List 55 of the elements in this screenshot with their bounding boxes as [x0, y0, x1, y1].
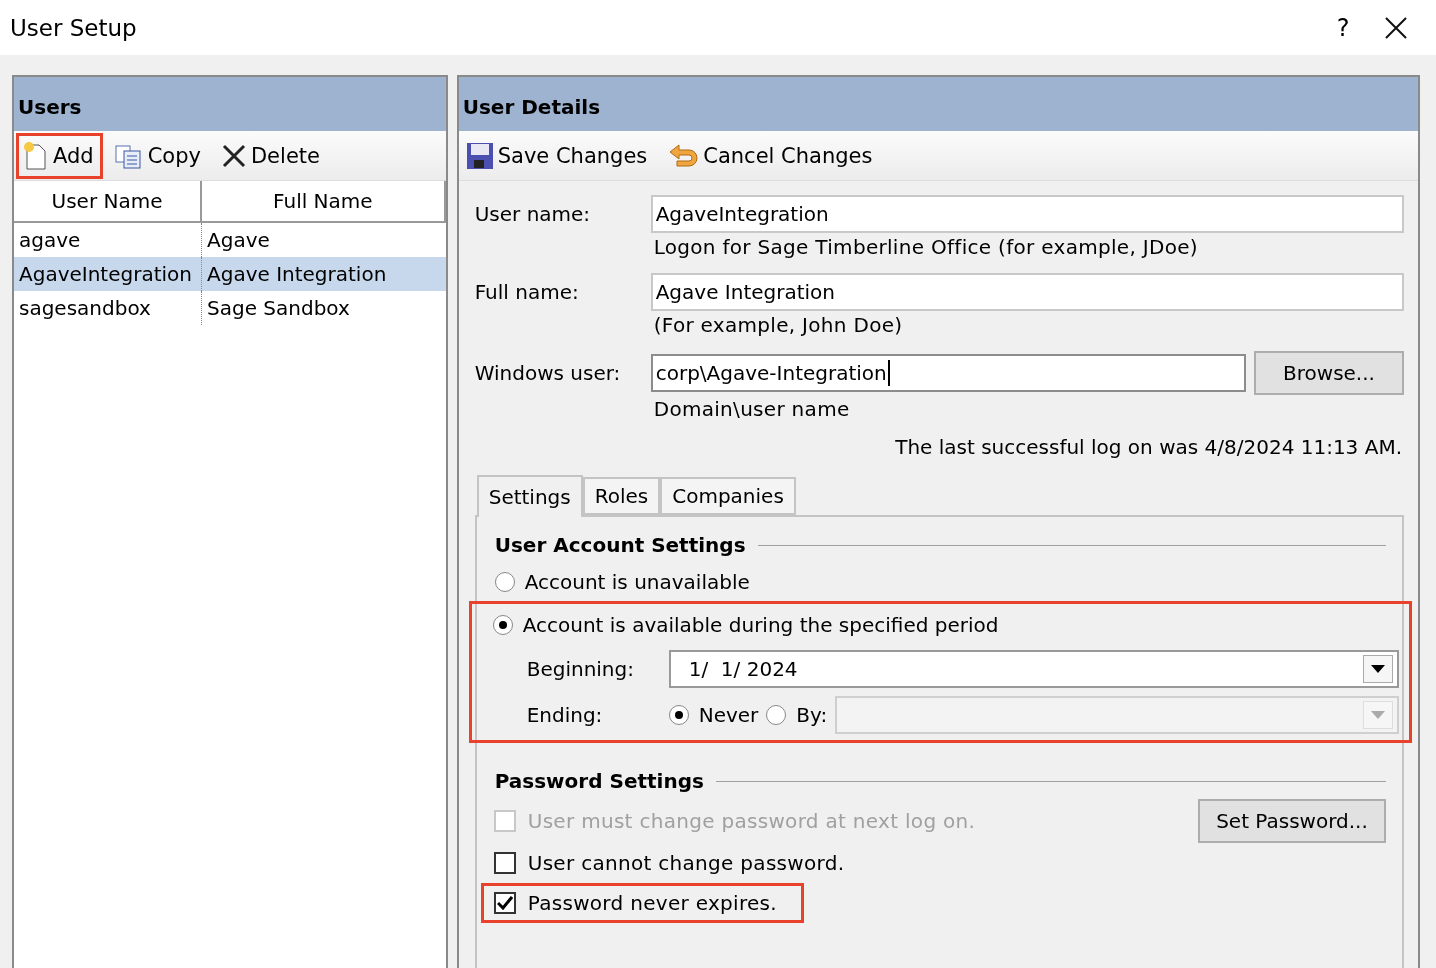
field-label: Windows user:: [474, 361, 622, 385]
close-icon: [1385, 16, 1407, 39]
check-icon: [496, 896, 513, 910]
toolbar-button[interactable]: Copy: [108, 132, 210, 179]
input-field[interactable]: AgaveIntegration: [650, 195, 1404, 233]
new-page-icon: [21, 140, 49, 171]
panel-header: Users: [14, 77, 446, 131]
radio-option[interactable]: Account is unavailable: [494, 563, 1386, 601]
field-hint: (For example, John Doe): [652, 312, 904, 339]
dropdown-button[interactable]: [1363, 655, 1393, 683]
radio-button[interactable]: [492, 615, 513, 635]
tab[interactable]: Settings: [476, 475, 583, 517]
delete-icon: [220, 142, 247, 169]
panel-header: User Details: [458, 77, 1418, 131]
toolbar-button[interactable]: Delete: [215, 132, 329, 179]
toolbar-button[interactable]: Cancel Changes: [662, 132, 882, 179]
date-picker[interactable]: 1/ 1/ 2024: [668, 650, 1399, 688]
date-value: 1/ 1/ 2024: [688, 657, 798, 681]
caret-icon: [1371, 711, 1385, 719]
toolbar-button[interactable]: Save Changes: [460, 132, 657, 179]
field-hint: Domain\user name: [652, 396, 851, 423]
caret-icon: [1371, 665, 1385, 673]
help-button[interactable]: ?: [1320, 7, 1366, 48]
tab[interactable]: Roles: [582, 477, 661, 515]
radio-button[interactable]: [668, 705, 689, 725]
radio-option[interactable]: Account is available during the specified period: [492, 606, 1399, 644]
checkbox[interactable]: [493, 852, 516, 874]
checkbox[interactable]: [493, 892, 516, 914]
column-header[interactable]: User Name: [14, 181, 202, 223]
field-label: Beginning:: [526, 657, 635, 681]
input-field[interactable]: Agave Integration: [650, 273, 1404, 311]
radio-option[interactable]: Never: [668, 696, 759, 734]
radio-option[interactable]: By:: [766, 696, 828, 734]
radio-button[interactable]: [494, 572, 515, 592]
field-label: Full name:: [474, 280, 580, 304]
field-label: Ending:: [526, 703, 604, 727]
set-password-button[interactable]: Set Password...: [1198, 799, 1386, 843]
input-field[interactable]: corp\Agave-Integration: [650, 354, 1246, 392]
section-title: User Account Settings: [494, 533, 746, 557]
section-title: Password Settings: [494, 769, 704, 793]
undo-arrow-icon: [667, 141, 700, 170]
table-cell[interactable]: AgaveIntegration: [14, 257, 202, 291]
text-cursor: [887, 360, 890, 386]
toolbar-button[interactable]: Add: [16, 132, 103, 179]
checkbox-option[interactable]: Password never expires.: [480, 883, 804, 923]
radio-button[interactable]: [766, 705, 787, 725]
last-logon-text: The last successful log on was 4/8/2024 11:13 AM.: [895, 435, 1402, 459]
checkbox-option[interactable]: User cannot change password.: [480, 843, 872, 883]
field-hint: Logon for Sage Timberline Office (for example, JDoe): [652, 234, 1199, 261]
tab[interactable]: Companies: [660, 477, 796, 515]
window-title: User Setup: [10, 14, 138, 41]
browse-button[interactable]: Browse...: [1254, 351, 1404, 395]
field-label: User name:: [474, 202, 592, 226]
table-cell[interactable]: Agave Integration: [202, 257, 446, 291]
column-header[interactable]: Full Name: [202, 181, 446, 223]
